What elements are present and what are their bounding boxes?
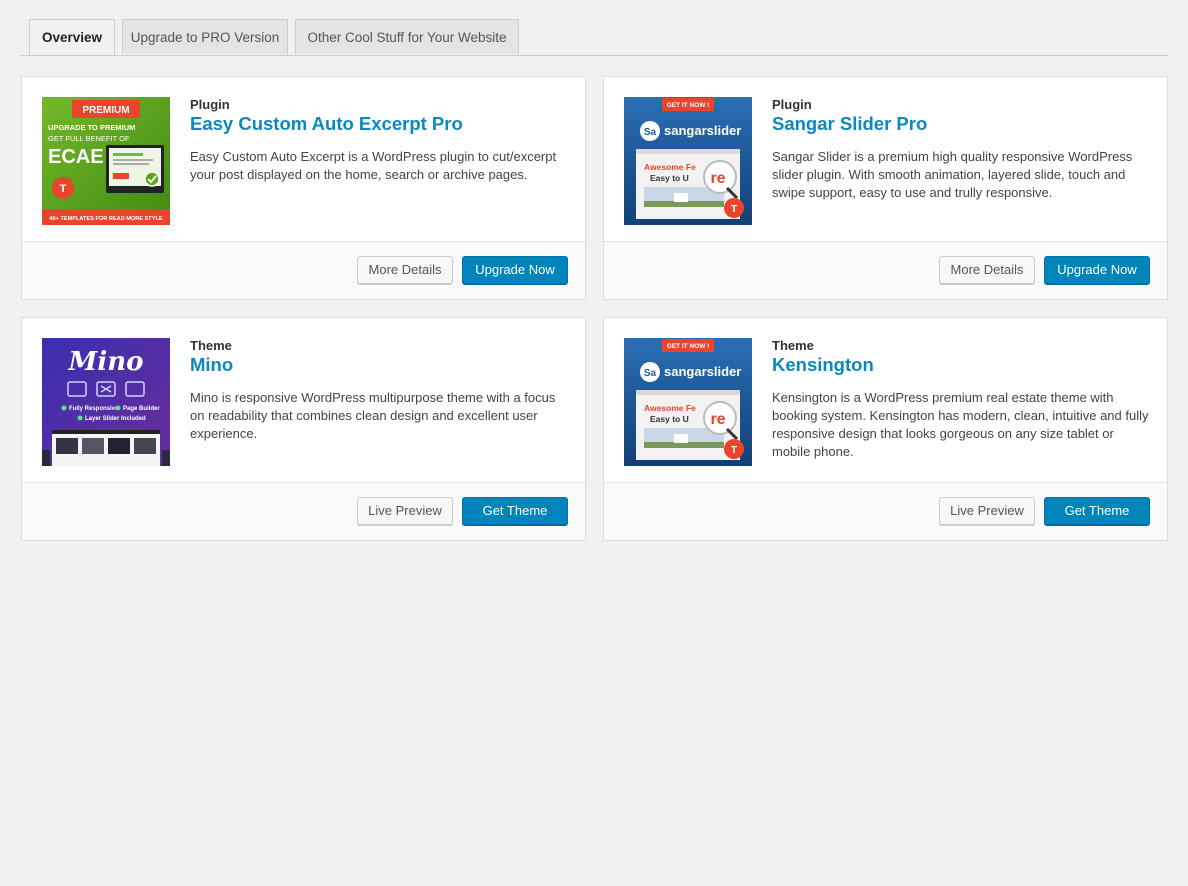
product-type: Plugin (772, 97, 812, 112)
tab-other-cool-stuff[interactable]: Other Cool Stuff for Your Website (295, 19, 519, 54)
thumb-ribbon: GET IT NOW ! (667, 102, 710, 109)
svg-text:Layer Slider Included: Layer Slider Included (85, 416, 146, 422)
svg-text:Awesome Fe: Awesome Fe (644, 403, 696, 413)
svg-text:sangarslider: sangarslider (664, 364, 741, 379)
product-card: Mino Fully Responsive Page Builder Layer… (21, 317, 586, 541)
product-description: Mino is responsive WordPress multipurpos… (190, 390, 556, 441)
ecae-thumbnail[interactable]: PREMIUM UPGRADE TO PREMIUM GET FULL BENE… (42, 97, 170, 225)
svg-text:re: re (710, 170, 725, 187)
thumb-badge: PREMIUM (82, 105, 129, 116)
svg-text:T: T (731, 445, 737, 456)
product-card: GET IT NOW ! Sa sangarslider Awesome Fe … (603, 317, 1168, 541)
product-description: Sangar Slider is a premium high quality … (772, 149, 1133, 200)
tab-overview[interactable]: Overview (29, 19, 115, 55)
product-title-link[interactable]: Easy Custom Auto Excerpt Pro (190, 113, 463, 135)
svg-text:GET FULL BENEFIT OF: GET FULL BENEFIT OF (48, 134, 130, 143)
thumb-logo: T (60, 183, 67, 195)
card-footer: More Details Upgrade Now (22, 241, 585, 299)
tab-upgrade-pro[interactable]: Upgrade to PRO Version (122, 19, 288, 54)
upgrade-now-button[interactable]: Upgrade Now (1044, 256, 1150, 284)
card-footer: Live Preview Get Theme (604, 482, 1167, 540)
svg-text:Sa: Sa (644, 368, 657, 379)
product-title-link[interactable]: Mino (190, 354, 233, 376)
tab-bar: Overview Upgrade to PRO Version Other Co… (21, 19, 1168, 56)
svg-text:Awesome Fe: Awesome Fe (644, 162, 696, 172)
svg-text:ECAE: ECAE (48, 146, 104, 168)
svg-text:Fully Responsive: Fully Responsive (69, 406, 119, 412)
svg-text:sangarslider: sangarslider (664, 123, 741, 138)
svg-text:Easy to U: Easy to U (650, 414, 689, 424)
live-preview-button[interactable]: Live Preview (939, 497, 1035, 525)
product-type: Theme (190, 338, 232, 353)
product-title-link[interactable]: Kensington (772, 354, 874, 376)
more-details-button[interactable]: More Details (939, 256, 1035, 284)
svg-text:Easy to U: Easy to U (650, 173, 689, 183)
kensington-thumbnail[interactable]: GET IT NOW ! Sa sangarslider Awesome Fe … (624, 338, 752, 466)
more-details-button[interactable]: More Details (357, 256, 453, 284)
svg-text:Page Builder: Page Builder (123, 406, 160, 412)
card-footer: Live Preview Get Theme (22, 482, 585, 540)
product-type: Theme (772, 338, 814, 353)
svg-text:re: re (710, 411, 725, 428)
svg-text:T: T (731, 204, 737, 215)
thumb-title: Mino (68, 347, 144, 377)
product-description: Kensington is a WordPress premium real e… (772, 390, 1149, 459)
product-type: Plugin (190, 97, 230, 112)
mino-thumbnail[interactable]: Mino Fully Responsive Page Builder Layer… (42, 338, 170, 466)
product-title-link[interactable]: Sangar Slider Pro (772, 113, 927, 135)
product-description: Easy Custom Auto Excerpt is a WordPress … (190, 149, 557, 182)
svg-text:Sa: Sa (644, 127, 657, 138)
svg-text:UPGRADE TO PREMIUM: UPGRADE TO PREMIUM (48, 123, 135, 132)
thumb-ribbon: GET IT NOW ! (667, 343, 710, 350)
sangar-slider-thumbnail[interactable]: GET IT NOW ! Sa sangarslider Awesome Fe … (624, 97, 752, 225)
product-card: GET IT NOW ! Sa sangarslider Awesome Fe … (603, 76, 1168, 300)
get-theme-button[interactable]: Get Theme (1044, 497, 1150, 525)
svg-text:40+ TEMPLATES FOR READ MORE ST: 40+ TEMPLATES FOR READ MORE STYLE (49, 216, 162, 222)
card-footer: More Details Upgrade Now (604, 241, 1167, 299)
upgrade-now-button[interactable]: Upgrade Now (462, 256, 568, 284)
live-preview-button[interactable]: Live Preview (357, 497, 453, 525)
get-theme-button[interactable]: Get Theme (462, 497, 568, 525)
product-card: PREMIUM UPGRADE TO PREMIUM GET FULL BENE… (21, 76, 586, 300)
